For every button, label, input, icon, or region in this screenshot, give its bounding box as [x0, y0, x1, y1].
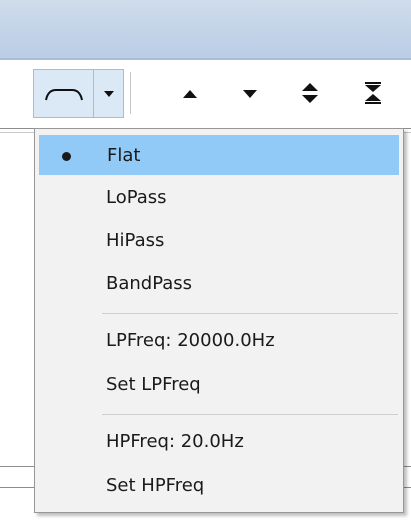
window-header [0, 0, 411, 58]
expand-vertical-icon[interactable] [295, 76, 325, 110]
chevron-down-icon[interactable] [95, 80, 123, 108]
menu-item-label: Flat [107, 145, 141, 166]
filter-dropdown-menu: Flat LoPass HiPass BandPass LPFreq: 2000… [34, 128, 404, 513]
flat-curve-icon[interactable] [40, 80, 88, 108]
menu-item-label: HiPass [106, 230, 165, 251]
triangle-up-icon[interactable] [175, 82, 205, 106]
split-divider [93, 70, 94, 117]
menu-separator [102, 313, 398, 314]
menu-item-bandpass[interactable]: BandPass [39, 264, 399, 304]
menu-separator [102, 414, 398, 415]
menu-item-set-lpfreq[interactable]: Set LPFreq [39, 365, 399, 405]
menu-item-hipass[interactable]: HiPass [39, 221, 399, 261]
menu-item-hpfreq[interactable]: HPFreq: 20.0Hz [39, 422, 399, 462]
menu-item-label: HPFreq: 20.0Hz [106, 431, 244, 452]
collapse-vertical-icon[interactable] [358, 76, 388, 110]
toolbar-separator [130, 72, 131, 114]
selected-bullet-icon [62, 152, 71, 161]
menu-item-label: Set HPFreq [106, 475, 205, 496]
menu-item-label: LPFreq: 20000.0Hz [106, 330, 275, 351]
menu-item-label: BandPass [106, 273, 193, 294]
menu-item-set-hpfreq[interactable]: Set HPFreq [39, 466, 399, 506]
triangle-down-icon[interactable] [235, 82, 265, 106]
menu-item-label: LoPass [106, 187, 167, 208]
toolbar [0, 60, 411, 126]
menu-item-label: Set LPFreq [106, 374, 201, 395]
menu-item-lopass[interactable]: LoPass [39, 178, 399, 218]
menu-item-flat[interactable]: Flat [39, 135, 399, 175]
filter-type-split-button[interactable] [33, 69, 124, 118]
menu-item-lpfreq[interactable]: LPFreq: 20000.0Hz [39, 321, 399, 361]
